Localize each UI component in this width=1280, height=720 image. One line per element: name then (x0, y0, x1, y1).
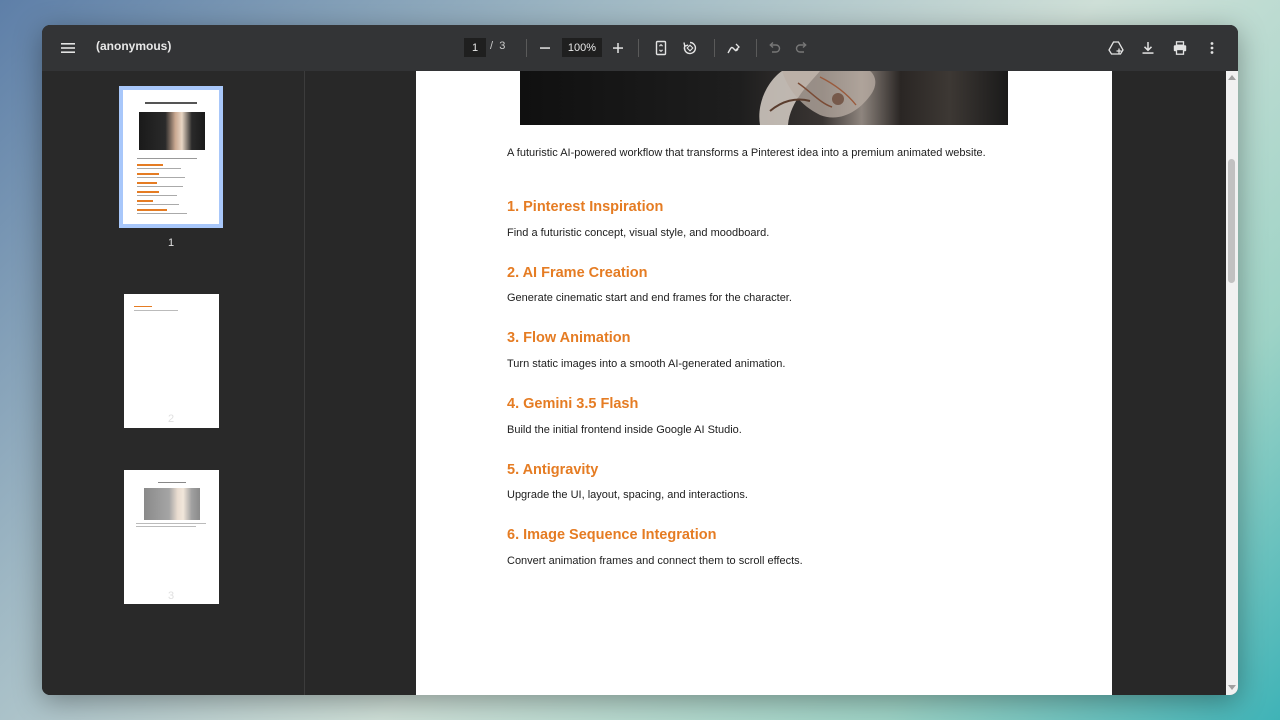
section-heading: 2. AI Frame Creation (507, 265, 648, 281)
thumb-text-line (136, 523, 206, 524)
vertical-scrollbar[interactable] (1226, 71, 1238, 695)
rotate-icon[interactable] (678, 36, 702, 60)
thumb-image (144, 488, 200, 520)
thumb-heading-line (134, 306, 152, 307)
hero-image (520, 71, 1008, 125)
section-text: Generate cinematic start and end frames … (507, 292, 792, 304)
page-number-input[interactable]: 1 (464, 38, 486, 57)
download-icon[interactable] (1136, 36, 1160, 60)
document-viewer[interactable]: A futuristic AI-powered workflow that tr… (305, 71, 1225, 695)
thumb-heading-line (137, 182, 157, 184)
more-vert-icon[interactable] (1200, 36, 1224, 60)
section-heading: 6. Image Sequence Integration (507, 527, 717, 543)
plus-icon[interactable] (606, 36, 630, 60)
thumb-text-line (137, 177, 185, 178)
drive-save-icon[interactable] (1104, 36, 1128, 60)
thumb-image (139, 112, 205, 150)
toolbar-divider (638, 39, 639, 57)
fit-page-icon[interactable] (649, 36, 673, 60)
thumb-title-line (145, 102, 197, 104)
page-count: / 3 (490, 40, 505, 52)
pdf-page: A futuristic AI-powered workflow that tr… (416, 71, 1112, 695)
section-heading: 3. Flow Animation (507, 330, 631, 346)
undo-icon[interactable] (762, 36, 786, 60)
thumb-heading-line (137, 200, 153, 202)
thumbnail-number: 2 (167, 413, 175, 425)
thumb-text-line (134, 310, 178, 311)
section-text: Convert animation frames and connect the… (507, 555, 803, 567)
section-heading: 4. Gemini 3.5 Flash (507, 396, 639, 412)
thumb-text-line (137, 213, 187, 214)
scroll-down-arrow[interactable] (1228, 685, 1236, 690)
document-title: (anonymous) (96, 39, 172, 53)
thumb-text-line (136, 526, 196, 527)
section-text: Find a futuristic concept, visual style,… (507, 227, 770, 239)
thumb-title-line (158, 482, 186, 483)
section-text: Turn static images into a smooth AI-gene… (507, 358, 786, 370)
section-heading: 1. Pinterest Inspiration (507, 199, 664, 215)
section-text: Upgrade the UI, layout, spacing, and int… (507, 489, 748, 501)
thumbnail-number: 3 (167, 590, 175, 602)
thumb-text-line (137, 195, 177, 196)
zoom-input[interactable]: 100% (562, 38, 602, 57)
minus-icon[interactable] (533, 36, 557, 60)
scroll-up-arrow[interactable] (1228, 75, 1236, 80)
page-thumbnail-1[interactable] (119, 86, 223, 228)
section-heading: 5. Antigravity (507, 462, 599, 478)
thumbnail-number: 1 (167, 237, 175, 249)
print-icon[interactable] (1168, 36, 1192, 60)
page-separator: / (490, 40, 494, 52)
page-thumbnail-2[interactable] (124, 294, 219, 428)
thumb-text-line (137, 158, 197, 159)
draw-icon[interactable] (722, 36, 746, 60)
toolbar-divider (714, 39, 715, 57)
hero-image-art (759, 71, 876, 125)
toolbar: (anonymous) 1 / 3 100% (42, 25, 1238, 71)
redo-icon[interactable] (790, 36, 814, 60)
intro-paragraph: A futuristic AI-powered workflow that tr… (507, 147, 986, 159)
thumb-text-line (137, 186, 183, 187)
scrollbar-thumb[interactable] (1228, 159, 1235, 283)
thumb-heading-line (137, 191, 159, 193)
thumbnail-sidebar: 1 2 3 (42, 71, 305, 695)
pdf-viewer-window: (anonymous) 1 / 3 100% 1 2 3 A futuristi… (42, 25, 1238, 695)
thumb-heading-line (137, 164, 163, 166)
menu-icon[interactable] (56, 36, 80, 60)
page-thumbnail-3[interactable] (124, 470, 219, 604)
total-pages: 3 (499, 40, 506, 52)
toolbar-divider (756, 39, 757, 57)
thumb-text-line (137, 204, 179, 205)
thumb-heading-line (137, 173, 159, 175)
thumb-text-line (137, 168, 181, 169)
toolbar-divider (526, 39, 527, 57)
section-text: Build the initial frontend inside Google… (507, 424, 742, 436)
thumb-heading-line (137, 209, 167, 211)
